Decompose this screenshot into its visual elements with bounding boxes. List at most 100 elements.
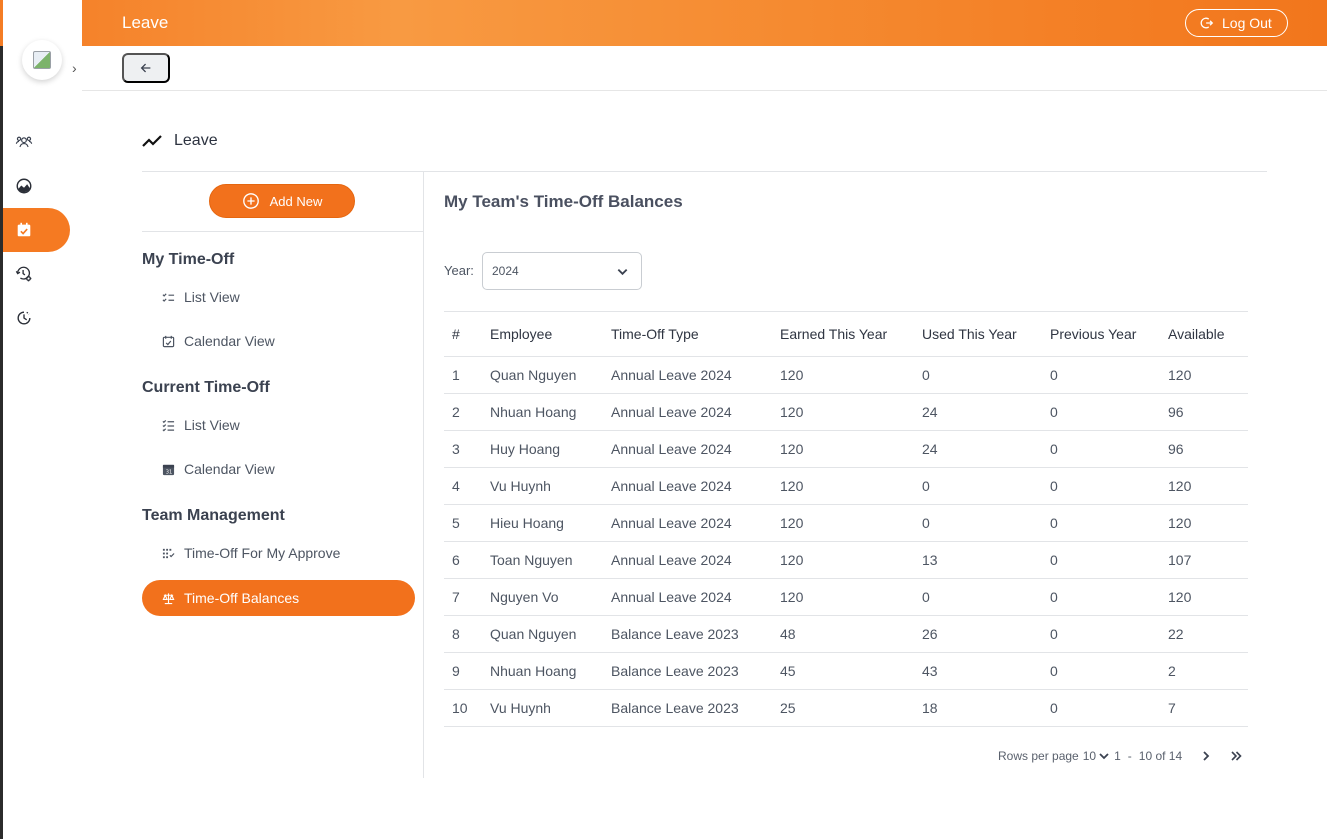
svg-text:31: 31 [166, 469, 172, 475]
menu-item-label: Time-Off For My Approve [184, 545, 341, 561]
rail-item-clock-history[interactable] [3, 296, 82, 340]
scale-balance-icon [162, 592, 175, 604]
table-header-row: # Employee Time-Off Type Earned This Yea… [444, 311, 1248, 357]
cell-available: 120 [1168, 578, 1248, 616]
add-new-button[interactable]: Add New [209, 184, 355, 218]
cell-used: 18 [922, 689, 1050, 727]
table-row[interactable]: 2 Nhuan Hoang Annual Leave 2024 120 24 0 96 [444, 393, 1248, 431]
menu-item-label: List View [184, 289, 240, 305]
team-icon [15, 136, 33, 148]
list-check-icon [162, 419, 175, 431]
logout-label: Log Out [1222, 15, 1272, 31]
year-label: Year: [444, 263, 474, 278]
cell-used: 13 [922, 541, 1050, 579]
chevron-down-icon [1099, 753, 1109, 760]
cell-employee: Nhuan Hoang [490, 652, 611, 690]
section-title-team-management: Team Management [142, 507, 285, 524]
menu-item-my-list-view[interactable]: List View [162, 289, 240, 305]
year-select[interactable]: 2024 [482, 252, 642, 290]
cell-index: 7 [444, 578, 490, 616]
pagination: Rows per page 10 1 - 10 of 14 [998, 749, 1242, 763]
last-page-icon[interactable] [1230, 750, 1242, 762]
range-start: 1 [1114, 749, 1121, 763]
rail-item-leave[interactable] [3, 208, 70, 252]
section-title-current-time-off: Current Time-Off [142, 379, 270, 396]
table-row[interactable]: 10 Vu Huynh Balance Leave 2023 25 18 0 7 [444, 689, 1248, 727]
cell-used: 0 [922, 578, 1050, 616]
table-row[interactable]: 7 Nguyen Vo Annual Leave 2024 120 0 0 120 [444, 578, 1248, 616]
cell-index: 6 [444, 541, 490, 579]
column-header-previous-year[interactable]: Previous Year [1050, 311, 1168, 357]
table-row[interactable]: 6 Toan Nguyen Annual Leave 2024 120 13 0 107 [444, 541, 1248, 579]
cell-used: 43 [922, 652, 1050, 690]
company-logo[interactable] [22, 40, 62, 80]
cell-used: 24 [922, 430, 1050, 468]
cell-employee: Quan Nguyen [490, 615, 611, 653]
cell-available: 7 [1168, 689, 1248, 727]
cell-earned: 120 [780, 504, 922, 542]
next-page-icon[interactable] [1200, 750, 1212, 762]
cell-time-off-type: Annual Leave 2024 [611, 356, 780, 394]
table-row[interactable]: 5 Hieu Hoang Annual Leave 2024 120 0 0 120 [444, 504, 1248, 542]
page-title: Leave [142, 132, 218, 150]
cell-available: 2 [1168, 652, 1248, 690]
rail-item-team[interactable] [3, 120, 82, 164]
column-header-time-off-type[interactable]: Time-Off Type [611, 311, 780, 357]
menu-item-current-calendar-view[interactable]: 31 Calendar View [162, 461, 275, 477]
range-text: 10 of 14 [1138, 749, 1183, 763]
balances-table: # Employee Time-Off Type Earned This Yea… [444, 311, 1248, 727]
cell-employee: Huy Hoang [490, 430, 611, 468]
cell-time-off-type: Balance Leave 2023 [611, 652, 780, 690]
chevron-down-icon [617, 268, 628, 275]
menu-item-label: Calendar View [184, 333, 275, 349]
back-button[interactable] [122, 53, 170, 83]
menu-item-time-off-for-approve[interactable]: Time-Off For My Approve [162, 545, 340, 561]
cell-index: 1 [444, 356, 490, 394]
cell-index: 10 [444, 689, 490, 727]
cell-available: 120 [1168, 356, 1248, 394]
cell-available: 96 [1168, 393, 1248, 431]
cell-time-off-type: Annual Leave 2024 [611, 504, 780, 542]
cell-previous-year: 0 [1050, 578, 1168, 616]
table-row[interactable]: 4 Vu Huynh Annual Leave 2024 120 0 0 120 [444, 467, 1248, 505]
column-header-index[interactable]: # [444, 311, 490, 357]
cell-available: 120 [1168, 467, 1248, 505]
cell-earned: 120 [780, 578, 922, 616]
menu-item-label: List View [184, 417, 240, 433]
cell-used: 0 [922, 467, 1050, 505]
cell-employee: Toan Nguyen [490, 541, 611, 579]
column-header-earned[interactable]: Earned This Year [780, 311, 922, 357]
column-header-available[interactable]: Available [1168, 311, 1248, 357]
table-row[interactable]: 3 Huy Hoang Annual Leave 2024 120 24 0 96 [444, 430, 1248, 468]
content-title: My Team's Time-Off Balances [444, 192, 683, 211]
table-row[interactable]: 1 Quan Nguyen Annual Leave 2024 120 0 0 120 [444, 356, 1248, 394]
rail-item-history-settings[interactable] [3, 252, 82, 296]
dashboard-icon [16, 178, 32, 194]
broken-image-icon [33, 51, 51, 69]
cell-time-off-type: Annual Leave 2024 [611, 578, 780, 616]
column-header-used[interactable]: Used This Year [922, 311, 1050, 357]
rows-per-page-select[interactable]: 10 [1083, 749, 1110, 763]
calendar-check-icon [162, 335, 175, 347]
table-row[interactable]: 9 Nhuan Hoang Balance Leave 2023 45 43 0 2 [444, 652, 1248, 690]
cell-employee: Nguyen Vo [490, 578, 611, 616]
rail-item-dashboard[interactable] [3, 164, 82, 208]
cell-earned: 120 [780, 356, 922, 394]
cell-previous-year: 0 [1050, 430, 1168, 468]
app-header: Leave Log Out [0, 0, 1327, 46]
cell-time-off-type: Annual Leave 2024 [611, 430, 780, 468]
menu-item-label: Time-Off Balances [184, 590, 300, 606]
approval-list-icon [162, 548, 175, 558]
cell-previous-year: 0 [1050, 356, 1168, 394]
checklist-icon [162, 292, 175, 302]
year-select-value: 2024 [492, 264, 519, 278]
menu-item-current-list-view[interactable]: List View [162, 417, 240, 433]
menu-item-time-off-balances[interactable]: Time-Off Balances [142, 580, 415, 616]
column-header-employee[interactable]: Employee [490, 311, 611, 357]
range-separator: - [1127, 749, 1132, 763]
menu-item-my-calendar-view[interactable]: Calendar View [162, 333, 275, 349]
cell-employee: Vu Huynh [490, 467, 611, 505]
table-row[interactable]: 8 Quan Nguyen Balance Leave 2023 48 26 0 22 [444, 615, 1248, 653]
expand-sidebar-chevron-icon[interactable]: › [72, 60, 86, 78]
logout-button[interactable]: Log Out [1185, 9, 1288, 37]
